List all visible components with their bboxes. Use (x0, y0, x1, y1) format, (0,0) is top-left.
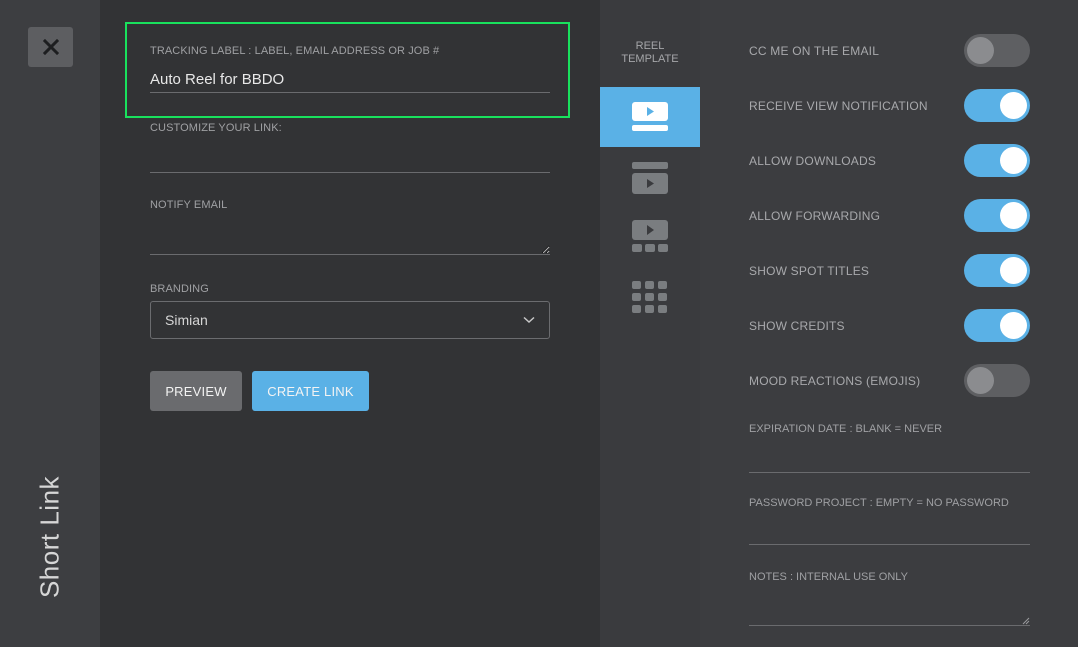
toggle-knob (967, 367, 994, 394)
notify-email-label: NOTIFY EMAIL (150, 199, 228, 211)
allow-downloads-toggle[interactable] (964, 144, 1030, 177)
chevron-down-icon (523, 316, 535, 324)
reel-template-title: REEL TEMPLATE (600, 40, 700, 66)
toggle-row-allow-forwarding: ALLOW FORWARDING (749, 199, 1030, 233)
customize-link-input[interactable] (150, 146, 550, 173)
toggle-label: SHOW CREDITS (749, 319, 845, 333)
close-icon (42, 39, 59, 55)
template-option-player-thumbnails[interactable] (600, 206, 700, 266)
password-input[interactable] (749, 544, 1030, 545)
spot-titles-toggle[interactable] (964, 254, 1030, 287)
toggle-row-show-credits: SHOW CREDITS (749, 309, 1030, 343)
panel-title: Short Link (34, 475, 65, 599)
notify-email-textarea[interactable] (150, 220, 550, 255)
password-label: PASSWORD PROJECT : EMPTY = NO PASSWORD (749, 497, 1009, 509)
settings-panel: CC ME ON THE EMAIL RECEIVE VIEW NOTIFICA… (700, 0, 1078, 647)
customize-link-label: CUSTOMIZE YOUR LINK: (150, 122, 282, 134)
template-option-grid[interactable] (600, 267, 700, 327)
toggle-row-allow-downloads: ALLOW DOWNLOADS (749, 144, 1030, 178)
template-option-player-top[interactable] (600, 148, 700, 208)
toggle-knob (1000, 147, 1027, 174)
toggle-row-cc-me: CC ME ON THE EMAIL (749, 34, 1030, 68)
toggle-label: SHOW SPOT TITLES (749, 264, 870, 278)
player-bottom-bar-icon (632, 102, 668, 131)
branding-label: BRANDING (150, 283, 209, 295)
expiration-date-label: EXPIRATION DATE : BLANK = NEVER (749, 423, 943, 435)
reel-template-column: REEL TEMPLATE (600, 0, 700, 647)
toggle-row-spot-titles: SHOW SPOT TITLES (749, 254, 1030, 288)
create-link-button[interactable]: CREATE LINK (252, 371, 369, 411)
player-top-bar-icon (632, 162, 668, 194)
notes-label: NOTES : INTERNAL USE ONLY (749, 571, 908, 583)
cc-me-toggle[interactable] (964, 34, 1030, 67)
reel-template-title-line1: REEL (635, 40, 665, 52)
grid-icon (632, 281, 667, 313)
branding-selected-value: Simian (165, 312, 208, 328)
preview-button[interactable]: PREVIEW (150, 371, 242, 411)
view-notification-toggle[interactable] (964, 89, 1030, 122)
toggle-label: CC ME ON THE EMAIL (749, 44, 880, 58)
toggle-knob (1000, 92, 1027, 119)
link-form: TRACKING LABEL : LABEL, EMAIL ADDRESS OR… (100, 0, 600, 647)
branding-select[interactable]: Simian (150, 301, 550, 339)
show-credits-toggle[interactable] (964, 309, 1030, 342)
toggle-label: MOOD REACTIONS (EMOJIS) (749, 374, 921, 388)
tracking-input[interactable] (150, 66, 550, 93)
allow-forwarding-toggle[interactable] (964, 199, 1030, 232)
notes-textarea[interactable] (749, 625, 1030, 626)
toggle-knob (1000, 312, 1027, 339)
resize-grip-icon[interactable] (1022, 617, 1030, 625)
close-button[interactable] (28, 27, 73, 67)
short-link-modal: Short Link TRACKING LABEL : LABEL, EMAIL… (0, 0, 1078, 647)
mood-reactions-toggle[interactable] (964, 364, 1030, 397)
toggle-row-mood-reactions: MOOD REACTIONS (EMOJIS) (749, 364, 1030, 398)
template-option-player-bottom[interactable] (600, 87, 700, 147)
tracking-label: TRACKING LABEL : LABEL, EMAIL ADDRESS OR… (150, 45, 440, 57)
reel-template-title-line2: TEMPLATE (621, 53, 679, 65)
left-rail: Short Link (0, 0, 100, 647)
toggle-knob (1000, 202, 1027, 229)
toggle-row-view-notification: RECEIVE VIEW NOTIFICATION (749, 89, 1030, 123)
toggle-knob (1000, 257, 1027, 284)
toggle-knob (967, 37, 994, 64)
player-thumbnails-icon (632, 220, 668, 252)
toggle-label: RECEIVE VIEW NOTIFICATION (749, 99, 928, 113)
toggle-label: ALLOW FORWARDING (749, 209, 881, 223)
toggle-label: ALLOW DOWNLOADS (749, 154, 877, 168)
expiration-date-input[interactable] (749, 472, 1030, 473)
